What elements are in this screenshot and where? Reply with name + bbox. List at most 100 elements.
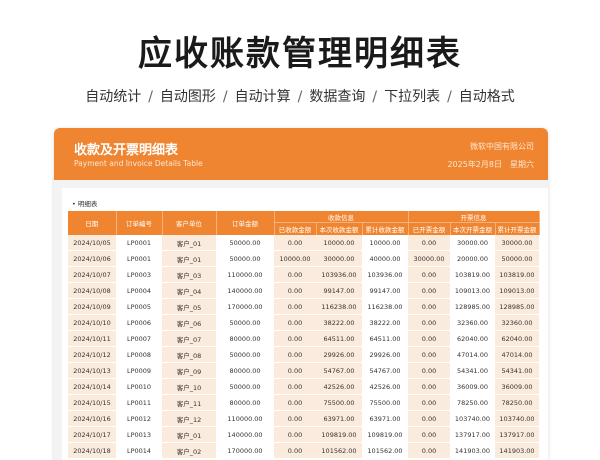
table-cell[interactable]: 32360.00 — [495, 314, 539, 331]
table-cell[interactable]: 109013.00 — [450, 282, 495, 299]
table-cell[interactable]: 64511.00 — [316, 330, 362, 347]
table-cell[interactable]: 62040.00 — [495, 330, 539, 347]
table-cell[interactable]: 2024/10/13 — [68, 362, 116, 379]
table-cell[interactable]: 75500.00 — [362, 394, 408, 411]
table-cell[interactable]: LP0013 — [116, 426, 162, 443]
table-cell[interactable]: 客户_11 — [162, 394, 216, 411]
table-cell[interactable]: 0.00 — [274, 394, 316, 411]
table-cell[interactable]: 80000.00 — [216, 330, 274, 347]
table-cell[interactable]: 0.00 — [408, 346, 450, 363]
col-header-total-received[interactable]: 累计收款金额 — [362, 222, 409, 235]
table-cell[interactable]: 64511.00 — [362, 330, 408, 347]
table-cell[interactable]: 0.00 — [274, 346, 316, 363]
table-cell[interactable]: 0.00 — [408, 394, 450, 411]
table-cell[interactable]: 0.00 — [408, 298, 450, 315]
table-cell[interactable]: 42526.00 — [316, 378, 362, 395]
table-cell[interactable]: 0.00 — [408, 266, 450, 283]
table-cell[interactable]: 0.00 — [274, 298, 316, 315]
table-cell[interactable]: 客户_01 — [162, 250, 216, 267]
table-cell[interactable]: 50000.00 — [216, 378, 274, 395]
table-row[interactable]: 2024/10/05 LP0001 客户_01 50000.00 0.00 10000.0… — [68, 235, 539, 251]
table-cell[interactable]: LP0006 — [116, 314, 162, 331]
table-cell[interactable]: 2024/10/07 — [68, 266, 116, 283]
table-cell[interactable]: 0.00 — [408, 426, 450, 443]
table-cell[interactable]: 170000.00 — [216, 298, 274, 315]
table-cell[interactable]: 109819.00 — [316, 426, 362, 443]
table-cell[interactable]: LP0007 — [116, 330, 162, 347]
table-row[interactable]: 2024/10/15 LP0011 客户_11 80000.00 0.00 75500.0… — [68, 394, 539, 411]
table-cell[interactable]: 2024/10/08 — [68, 282, 116, 299]
table-cell[interactable]: 75500.00 — [316, 394, 362, 411]
table-cell[interactable]: 103819.00 — [450, 266, 495, 283]
table-cell[interactable]: LP0005 — [116, 298, 162, 315]
table-cell[interactable]: LP0010 — [116, 378, 162, 395]
table-row[interactable]: 2024/10/13 LP0009 客户_09 80000.00 0.00 54767.0… — [68, 362, 539, 379]
col-header-this-receipt[interactable]: 本次收款金额 — [316, 222, 363, 235]
table-cell[interactable]: 0.00 — [408, 378, 450, 395]
table-cell[interactable]: LP0014 — [116, 442, 162, 459]
table-cell[interactable]: 103740.00 — [495, 410, 539, 427]
table-cell[interactable]: 54341.00 — [450, 362, 495, 379]
table-cell[interactable]: 36009.00 — [495, 378, 539, 395]
table-cell[interactable]: 0.00 — [408, 442, 450, 459]
table-cell[interactable]: 109819.00 — [362, 426, 408, 443]
table-cell[interactable]: 103819.00 — [495, 266, 539, 283]
table-cell[interactable]: 30000.00 — [408, 250, 450, 267]
col-header-this-invoice[interactable]: 本次开票金额 — [450, 222, 496, 235]
table-cell[interactable]: 40000.00 — [362, 250, 408, 267]
table-cell[interactable]: 54341.00 — [495, 362, 539, 379]
table-cell[interactable]: 0.00 — [274, 378, 316, 395]
table-cell[interactable]: 客户_04 — [162, 282, 216, 299]
table-cell[interactable]: 0.00 — [274, 410, 316, 427]
table-cell[interactable]: 141903.00 — [495, 442, 539, 459]
table-cell[interactable]: 38222.00 — [316, 314, 362, 331]
table-cell[interactable]: 62040.00 — [450, 330, 495, 347]
col-header-date[interactable]: 日期 — [68, 211, 117, 235]
table-cell[interactable]: 客户_10 — [162, 378, 216, 395]
table-cell[interactable]: 2024/10/10 — [68, 314, 116, 331]
table-cell[interactable]: 0.00 — [274, 266, 316, 283]
table-cell[interactable]: 140000.00 — [216, 282, 274, 299]
table-cell[interactable]: 30000.00 — [450, 235, 495, 251]
table-cell[interactable]: 0.00 — [408, 330, 450, 347]
table-row[interactable]: 2024/10/12 LP0008 客户_08 50000.00 0.00 29926.0… — [68, 346, 539, 363]
table-cell[interactable]: 38222.00 — [362, 314, 408, 331]
table-cell[interactable]: 42526.00 — [362, 378, 408, 395]
table-cell[interactable]: 141903.00 — [450, 442, 495, 459]
table-cell[interactable]: 99147.00 — [316, 282, 362, 299]
table-cell[interactable]: 客户_01 — [162, 426, 216, 443]
table-cell[interactable]: 47014.00 — [495, 346, 539, 363]
table-row[interactable]: 2024/10/06 LP0001 客户_01 50000.00 10000.00 300… — [68, 250, 539, 267]
table-row[interactable]: 2024/10/08 LP0004 客户_04 140000.00 0.00 99147.… — [68, 282, 539, 299]
table-cell[interactable]: 78250.00 — [495, 394, 539, 411]
table-cell[interactable]: 36009.00 — [450, 378, 495, 395]
table-cell[interactable]: 50000.00 — [216, 235, 274, 251]
table-cell[interactable]: 0.00 — [408, 410, 450, 427]
table-cell[interactable]: 2024/10/11 — [68, 330, 116, 347]
table-cell[interactable]: 客户_08 — [162, 346, 216, 363]
table-cell[interactable]: 10000.00 — [362, 235, 408, 251]
table-cell[interactable]: LP0011 — [116, 394, 162, 411]
table-cell[interactable]: 0.00 — [408, 235, 450, 251]
table-cell[interactable]: 50000.00 — [216, 314, 274, 331]
table-cell[interactable]: 0.00 — [274, 282, 316, 299]
table-cell[interactable]: 2024/10/14 — [68, 378, 116, 395]
table-cell[interactable]: 110000.00 — [216, 266, 274, 283]
table-cell[interactable]: 30000.00 — [495, 235, 539, 251]
table-cell[interactable]: 客户_09 — [162, 362, 216, 379]
table-row[interactable]: 2024/10/09 LP0005 客户_05 170000.00 0.00 116238… — [68, 298, 539, 315]
table-cell[interactable]: 50000.00 — [495, 250, 539, 267]
table-cell[interactable]: 30000.00 — [316, 250, 362, 267]
table-cell[interactable]: 47014.00 — [450, 346, 495, 363]
table-cell[interactable]: 80000.00 — [216, 362, 274, 379]
table-cell[interactable]: 137917.00 — [495, 426, 539, 443]
col-header-received[interactable]: 已收款金额 — [274, 222, 317, 235]
table-cell[interactable]: 客户_06 — [162, 314, 216, 331]
table-cell[interactable]: LP0001 — [116, 250, 162, 267]
table-cell[interactable]: 103936.00 — [316, 266, 362, 283]
table-row[interactable]: 2024/10/16 LP0012 客户_12 110000.00 0.00 63971.… — [68, 410, 539, 427]
table-cell[interactable]: 0.00 — [274, 330, 316, 347]
table-cell[interactable]: 29926.00 — [316, 346, 362, 363]
col-header-total-invoiced[interactable]: 累计开票金额 — [495, 222, 540, 235]
table-cell[interactable]: 99147.00 — [362, 282, 408, 299]
